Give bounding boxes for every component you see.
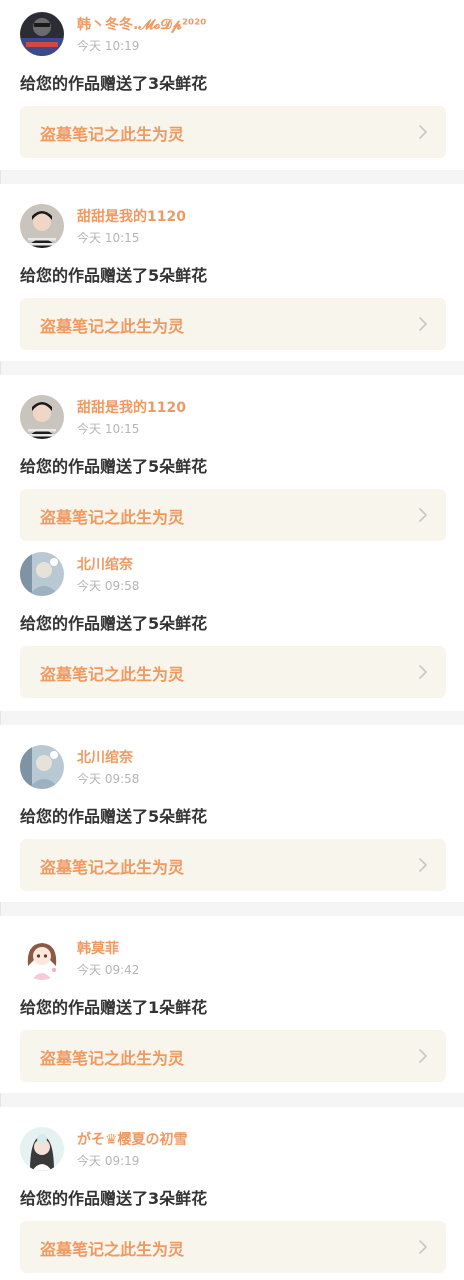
avatar[interactable] bbox=[20, 936, 64, 980]
notification-card: 北川绾奈今天 09:58 给您的作品赠送了5朵鲜花 盗墓笔记之此生为灵 bbox=[0, 725, 464, 902]
notification-message: 给您的作品赠送了5朵鲜花 bbox=[20, 614, 208, 633]
notification-message: 给您的作品赠送了5朵鲜花 bbox=[20, 266, 208, 285]
work-title: 盗墓笔记之此生为灵 bbox=[40, 317, 185, 336]
notification-message: 给您的作品赠送了1朵鲜花 bbox=[20, 998, 208, 1017]
timestamp: 今天 09:58 bbox=[77, 579, 140, 593]
chevron-right-icon bbox=[418, 664, 428, 680]
notification-message: 给您的作品赠送了5朵鲜花 bbox=[20, 807, 208, 826]
notification-message: 给您的作品赠送了5朵鲜花 bbox=[20, 457, 208, 476]
chevron-right-icon bbox=[418, 507, 428, 523]
notification-item: 北川绾奈今天 09:58 给您的作品赠送了5朵鲜花 盗墓笔记之此生为灵 bbox=[0, 540, 464, 698]
work-title: 盗墓笔记之此生为灵 bbox=[40, 665, 185, 684]
work-link-button[interactable]: 盗墓笔记之此生为灵 bbox=[20, 1030, 446, 1082]
avatar-boy-stripes-icon bbox=[20, 204, 64, 248]
work-link-button[interactable]: 盗墓笔记之此生为灵 bbox=[20, 1221, 446, 1273]
username-link[interactable]: 甜甜是我的1120 bbox=[77, 206, 186, 226]
work-link-button[interactable]: 盗墓笔记之此生为灵 bbox=[20, 489, 446, 541]
username-link[interactable]: 韩莫菲 bbox=[77, 938, 119, 958]
notification-message: 给您的作品赠送了3朵鲜花 bbox=[20, 1189, 208, 1208]
notification-card: 甜甜是我的1120 今天 10:15 给您的作品赠送了5朵鲜花 盗墓笔记之此生为灵 北川… bbox=[0, 375, 464, 711]
avatar[interactable] bbox=[20, 395, 64, 439]
timestamp: 今天 09:58 bbox=[77, 772, 140, 786]
notification-card: 甜甜是我的1120 今天 10:15 给您的作品赠送了5朵鲜花 盗墓笔记之此生为灵 bbox=[0, 184, 464, 361]
avatar[interactable] bbox=[20, 1127, 64, 1171]
notification-card: がそ♛樱夏の初雪今天 09:19 给您的作品赠送了3朵鲜花 盗墓笔记之此生为灵 bbox=[0, 1107, 464, 1280]
timestamp: 今天 09:19 bbox=[77, 1154, 140, 1168]
avatar-dark-photo-icon bbox=[20, 12, 64, 56]
notification-item: 甜甜是我的1120 今天 10:15 给您的作品赠送了5朵鲜花 盗墓笔记之此生为灵 bbox=[0, 383, 464, 541]
notification-item: 甜甜是我的1120 今天 10:15 给您的作品赠送了5朵鲜花 盗墓笔记之此生为灵 bbox=[0, 192, 464, 350]
notification-card: 韩莫菲今天 09:42 给您的作品赠送了1朵鲜花 盗墓笔记之此生为灵 bbox=[0, 916, 464, 1093]
chevron-right-icon bbox=[418, 857, 428, 873]
timestamp: 今天 10:15 bbox=[77, 231, 140, 245]
avatar-blue-photo-icon bbox=[20, 745, 64, 789]
notification-item: 韩丶冬冬.𝓜𝓸𝓓𝓹²⁰²⁰ 今天 10:19 给您的作品赠送了3朵鲜花 盗墓笔记之此生… bbox=[0, 0, 464, 158]
notification-item: 北川绾奈今天 09:58 给您的作品赠送了5朵鲜花 盗墓笔记之此生为灵 bbox=[0, 733, 464, 891]
chevron-right-icon bbox=[418, 124, 428, 140]
notification-item: がそ♛樱夏の初雪今天 09:19 给您的作品赠送了3朵鲜花 盗墓笔记之此生为灵 bbox=[0, 1115, 464, 1273]
avatar[interactable] bbox=[20, 204, 64, 248]
avatar-girl-photo-icon bbox=[20, 1127, 64, 1171]
chevron-right-icon bbox=[418, 1048, 428, 1064]
username-link[interactable]: 甜甜是我的1120 bbox=[77, 397, 186, 417]
work-title: 盗墓笔记之此生为灵 bbox=[40, 508, 185, 527]
work-title: 盗墓笔记之此生为灵 bbox=[40, 1049, 185, 1068]
notification-feed: 韩丶冬冬.𝓜𝓸𝓓𝓹²⁰²⁰ 今天 10:19 给您的作品赠送了3朵鲜花 盗墓笔记之此生… bbox=[0, 0, 464, 1280]
work-title: 盗墓笔记之此生为灵 bbox=[40, 125, 185, 144]
chevron-right-icon bbox=[418, 1239, 428, 1255]
timestamp: 今天 10:15 bbox=[77, 422, 140, 436]
username-link[interactable]: 北川绾奈 bbox=[77, 554, 133, 574]
avatar-boy-stripes-icon bbox=[20, 395, 64, 439]
work-link-button[interactable]: 盗墓笔记之此生为灵 bbox=[20, 106, 446, 158]
notification-card: 韩丶冬冬.𝓜𝓸𝓓𝓹²⁰²⁰ 今天 10:19 给您的作品赠送了3朵鲜花 盗墓笔记之此生… bbox=[0, 0, 464, 170]
notification-message: 给您的作品赠送了3朵鲜花 bbox=[20, 74, 208, 93]
avatar-blue-photo-icon bbox=[20, 552, 64, 596]
work-link-button[interactable]: 盗墓笔记之此生为灵 bbox=[20, 839, 446, 891]
avatar[interactable] bbox=[20, 552, 64, 596]
avatar-anime-girl-icon bbox=[20, 936, 64, 980]
work-title: 盗墓笔记之此生为灵 bbox=[40, 1240, 185, 1259]
avatar[interactable] bbox=[20, 12, 64, 56]
work-link-button[interactable]: 盗墓笔记之此生为灵 bbox=[20, 298, 446, 350]
username-link[interactable]: 韩丶冬冬.𝓜𝓸𝓓𝓹²⁰²⁰ bbox=[77, 14, 206, 34]
chevron-right-icon bbox=[418, 316, 428, 332]
username-link[interactable]: がそ♛樱夏の初雪 bbox=[77, 1129, 188, 1149]
avatar[interactable] bbox=[20, 745, 64, 789]
notification-item: 韩莫菲今天 09:42 给您的作品赠送了1朵鲜花 盗墓笔记之此生为灵 bbox=[0, 924, 464, 1082]
work-title: 盗墓笔记之此生为灵 bbox=[40, 858, 185, 877]
username-link[interactable]: 北川绾奈 bbox=[77, 747, 133, 767]
timestamp: 今天 10:19 bbox=[77, 39, 140, 53]
work-link-button[interactable]: 盗墓笔记之此生为灵 bbox=[20, 646, 446, 698]
timestamp: 今天 09:42 bbox=[77, 963, 140, 977]
